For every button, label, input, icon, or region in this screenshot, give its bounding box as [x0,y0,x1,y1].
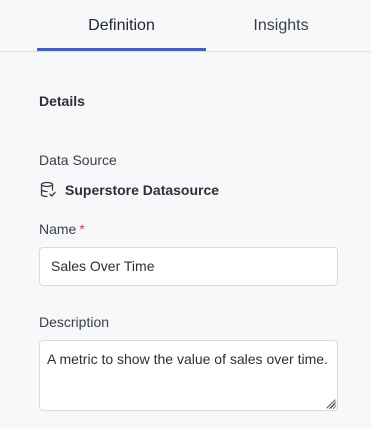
resize-grip-icon[interactable] [325,398,336,409]
required-marker: * [79,221,85,237]
details-heading: Details [39,93,85,109]
name-input[interactable]: Sales Over Time [39,247,338,286]
tab-definition[interactable]: Definition [37,0,206,52]
name-label-text: Name [39,221,77,237]
name-field-label: Name * [39,221,85,237]
tab-insights-label: Insights [253,17,309,34]
tab-insights[interactable]: Insights [206,0,356,52]
data-source-name: Superstore Datasource [65,182,220,198]
description-field-label: Description [39,314,110,330]
tab-bar: Definition Insights [0,0,371,52]
database-check-icon [39,181,57,199]
data-source-label: Data Source [39,152,117,168]
active-tab-indicator [37,48,206,51]
description-textarea[interactable]: A metric to show the value of sales over… [39,340,338,411]
data-source-value: Superstore Datasource [39,179,219,201]
tab-definition-label: Definition [88,17,155,34]
metric-definition-panel: Definition Insights Details Data Source … [0,0,371,428]
